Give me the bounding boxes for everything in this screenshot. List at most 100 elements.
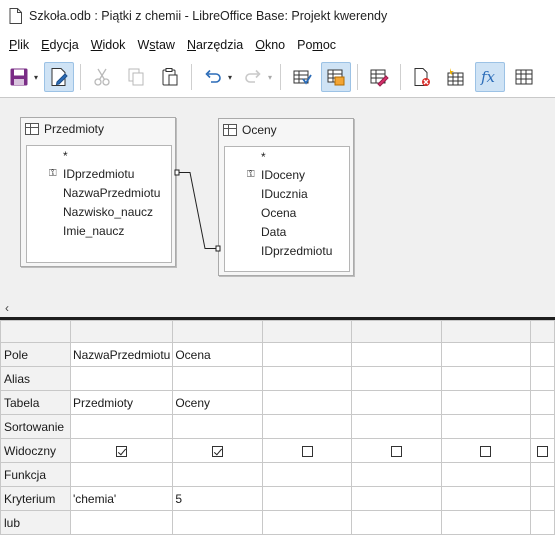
grid-cell[interactable]	[261, 486, 353, 511]
visible-checkbox-cell[interactable]	[440, 438, 532, 463]
grid-cell[interactable]	[261, 366, 353, 391]
grid-cell[interactable]: Ocena	[172, 342, 263, 367]
visible-checkbox-cell[interactable]	[69, 438, 174, 463]
cut-button[interactable]	[87, 62, 117, 92]
grid-cell[interactable]	[261, 510, 353, 535]
query-design-area[interactable]: Przedmioty * ⚿ IDprzedmiotu NazwaPrzedmi…	[0, 97, 555, 299]
row-label: Sortowanie	[0, 414, 71, 439]
grid-cell[interactable]	[440, 366, 532, 391]
checkbox-unchecked[interactable]	[390, 445, 402, 457]
functions-button[interactable]: fx	[475, 62, 506, 92]
grid-cell[interactable]	[530, 486, 555, 511]
toolbar-separator	[280, 64, 282, 90]
grid-cell[interactable]	[351, 462, 442, 487]
grid-cell[interactable]	[69, 414, 174, 439]
menu-item[interactable]: Pomoc	[291, 38, 342, 52]
grid-cell[interactable]	[69, 366, 174, 391]
visible-checkbox-cell[interactable]	[261, 438, 353, 463]
menu-item[interactable]: Plik	[3, 38, 35, 52]
checkbox-unchecked[interactable]	[537, 445, 549, 457]
grid-cell[interactable]	[530, 414, 555, 439]
column-header[interactable]	[69, 320, 174, 343]
new-relation-button[interactable]	[441, 62, 471, 92]
grid-cell[interactable]	[351, 390, 442, 415]
grid-cell[interactable]	[440, 486, 532, 511]
clear-query-button[interactable]	[321, 62, 352, 92]
checkbox-unchecked[interactable]	[301, 445, 313, 457]
switch-design-view-icon	[370, 69, 389, 87]
grid-cell[interactable]	[530, 510, 555, 535]
visible-checkbox-cell[interactable]	[172, 438, 263, 463]
grid-cell[interactable]	[172, 414, 263, 439]
grid-cell[interactable]	[351, 366, 442, 391]
redo-dropdown-icon[interactable]: ▾	[268, 73, 272, 82]
edit-mode-button[interactable]	[44, 62, 75, 92]
row-label: Kryterium	[0, 486, 71, 511]
save-dropdown-icon[interactable]: ▾	[34, 73, 38, 82]
run-query-button[interactable]	[287, 62, 317, 92]
grid-cell[interactable]: Przedmioty	[69, 390, 174, 415]
column-header[interactable]	[351, 320, 442, 343]
grid-cell[interactable]	[351, 486, 442, 511]
grid-cell[interactable]	[261, 414, 353, 439]
grid-cell[interactable]: 5	[172, 486, 263, 511]
grid-cell[interactable]	[530, 366, 555, 391]
query-design-grid[interactable]: Pole NazwaPrzedmiotu Ocena Alias Tabela Przed…	[0, 320, 555, 541]
grid-cell[interactable]	[440, 462, 532, 487]
column-header[interactable]	[172, 320, 263, 343]
grid-cell[interactable]: Oceny	[172, 390, 263, 415]
grid-cell[interactable]	[530, 390, 555, 415]
paste-button[interactable]	[155, 62, 185, 92]
row-label: Tabela	[0, 390, 71, 415]
checkbox-unchecked[interactable]	[480, 445, 492, 457]
grid-cell[interactable]	[530, 462, 555, 487]
grid-cell[interactable]	[172, 366, 263, 391]
undo-button[interactable]	[198, 62, 228, 92]
scroll-left-icon[interactable]: ‹	[5, 301, 9, 315]
toolbar-separator	[400, 64, 402, 90]
save-icon	[10, 68, 28, 86]
visible-checkbox-cell[interactable]	[530, 438, 555, 463]
grid-cell[interactable]	[351, 510, 442, 535]
grid-cell[interactable]	[172, 510, 263, 535]
copy-button[interactable]	[121, 62, 151, 92]
run-query-icon	[293, 70, 312, 85]
menu-item[interactable]: Okno	[249, 38, 291, 52]
horizontal-scrollbar[interactable]: ‹	[0, 299, 555, 317]
table-names-button[interactable]	[509, 62, 539, 92]
grid-cell[interactable]	[440, 342, 532, 367]
grid-cell[interactable]	[351, 342, 442, 367]
grid-cell[interactable]	[261, 462, 353, 487]
grid-cell[interactable]: 'chemia'	[69, 486, 174, 511]
grid-cell[interactable]	[351, 414, 442, 439]
menu-item[interactable]: Edycja	[35, 38, 85, 52]
grid-cell[interactable]: NazwaPrzedmiotu	[69, 342, 174, 367]
menu-bar: Plik Edycja Widok Wstaw Narzędzia Okno Pomoc	[0, 33, 555, 57]
redo-button[interactable]	[238, 62, 268, 92]
relation-line[interactable]	[0, 98, 555, 300]
add-table-button[interactable]	[407, 62, 437, 92]
grid-cell[interactable]	[172, 462, 263, 487]
grid-cell[interactable]	[440, 510, 532, 535]
toolbar: ▾ ▾ ▾ fx	[0, 58, 555, 96]
grid-cell[interactable]	[261, 390, 353, 415]
undo-dropdown-icon[interactable]: ▾	[228, 73, 232, 82]
column-header[interactable]	[530, 320, 555, 343]
menu-item[interactable]: Widok	[85, 38, 132, 52]
grid-cell[interactable]	[69, 510, 174, 535]
grid-cell[interactable]	[69, 462, 174, 487]
switch-design-view-button[interactable]	[364, 62, 394, 92]
menu-item[interactable]: Wstaw	[131, 38, 181, 52]
checkbox-checked[interactable]	[116, 445, 128, 457]
grid-cell[interactable]	[530, 342, 555, 367]
grid-corner	[0, 320, 71, 343]
menu-item[interactable]: Narzędzia	[181, 38, 249, 52]
column-header[interactable]	[440, 320, 532, 343]
save-button[interactable]	[4, 62, 34, 92]
grid-cell[interactable]	[440, 414, 532, 439]
visible-checkbox-cell[interactable]	[351, 438, 442, 463]
grid-cell[interactable]	[440, 390, 532, 415]
checkbox-checked[interactable]	[212, 445, 224, 457]
grid-cell[interactable]	[261, 342, 353, 367]
column-header[interactable]	[261, 320, 353, 343]
